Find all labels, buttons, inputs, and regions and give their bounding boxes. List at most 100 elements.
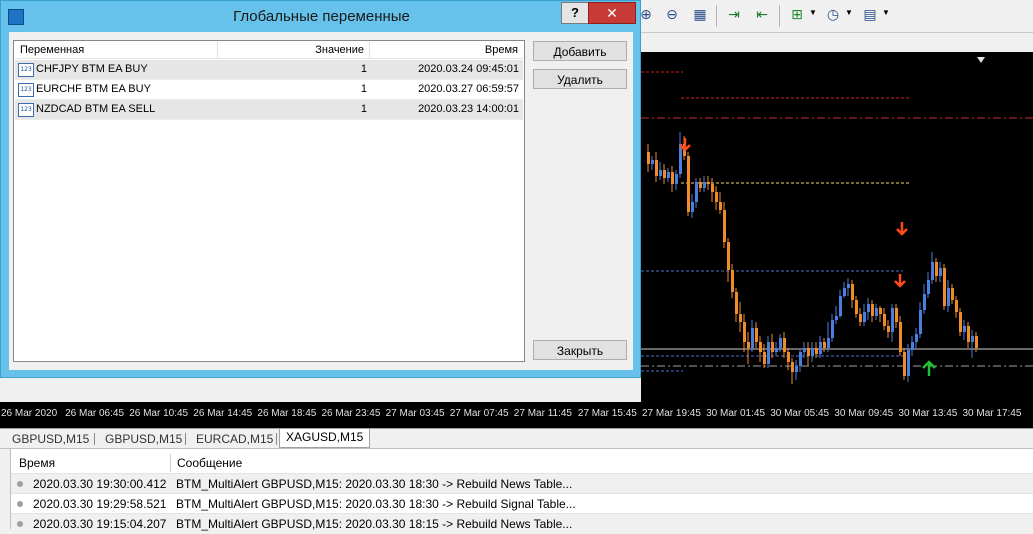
candle-body	[775, 348, 778, 352]
candle-body	[763, 352, 766, 364]
candle-body	[867, 304, 870, 312]
chevron-down-icon[interactable]: ▼	[845, 8, 853, 17]
candle-body	[923, 294, 926, 310]
tab-eurcad-m15[interactable]: EURCAD,M15	[190, 431, 279, 447]
candle-body	[687, 156, 690, 212]
candle-body	[927, 280, 930, 294]
variable-name: NZDCAD BTM EA SELL	[36, 103, 156, 115]
candle-body	[875, 308, 878, 316]
candle-body	[715, 192, 718, 202]
close-button[interactable]: Закрыть	[533, 340, 627, 360]
candle-body	[903, 352, 906, 376]
journal-message: BTM_MultiAlert GBPUSD,M15: 2020.03.30 18…	[176, 477, 573, 491]
time-axis-label: 30 Mar 01:45	[706, 408, 766, 419]
add-button[interactable]: Добавить	[533, 41, 627, 61]
time-axis-label: 26 Mar 23:45	[321, 408, 381, 419]
price-chart[interactable]	[641, 52, 1033, 402]
time-axis-label: 27 Mar 07:45	[449, 408, 509, 419]
candle-body	[863, 312, 866, 322]
time-axis-label: 26 Mar 10:45	[129, 408, 189, 419]
candle-body	[787, 352, 790, 362]
candle-body	[751, 328, 754, 348]
sell-arrow-icon	[894, 274, 906, 288]
candle-body	[895, 308, 898, 322]
tab-gbpusd-m15[interactable]: GBPUSD,M15	[6, 431, 95, 447]
templates-icon[interactable]: ▤	[860, 5, 880, 25]
close-icon[interactable]: ✕	[588, 2, 636, 24]
candle-body	[691, 202, 694, 212]
toolbar-separator	[716, 5, 717, 27]
variable-value: 1	[360, 63, 367, 75]
column-header-time[interactable]: Время	[370, 42, 523, 59]
candle-body	[811, 348, 814, 356]
indicators-icon[interactable]: ⊞	[787, 5, 807, 25]
tab-gbpusd-m15-2[interactable]: GBPUSD,M15	[99, 431, 188, 447]
buy-arrow-icon	[922, 360, 936, 376]
journal-row[interactable]: 2020.03.30 19:30:00.412 BTM_MultiAlert G…	[11, 473, 1033, 494]
candle-body	[819, 342, 822, 354]
candle-body	[699, 182, 702, 188]
candle-body	[807, 348, 810, 356]
time-axis-label: 30 Mar 05:45	[770, 408, 830, 419]
variable-name: EURCHF BTM EA BUY	[36, 83, 151, 95]
candle-body	[707, 182, 710, 184]
journal-row[interactable]: 2020.03.30 19:29:58.521 BTM_MultiAlert G…	[11, 493, 1033, 514]
variable-name: CHFJPY BTM EA BUY	[36, 63, 148, 75]
help-button[interactable]: ?	[561, 2, 589, 24]
candle-body	[851, 284, 854, 300]
journal-side-strip	[0, 449, 11, 529]
candle-body	[967, 326, 970, 342]
candle-body	[971, 336, 974, 342]
delete-button[interactable]: Удалить	[533, 69, 627, 89]
candle-body	[839, 296, 842, 316]
journal-column-time[interactable]: Время	[19, 454, 55, 472]
toolbar-separator	[779, 5, 780, 27]
time-axis-label: 30 Mar 17:45	[962, 408, 1022, 419]
candle-body	[663, 170, 666, 178]
variable-value: 1	[360, 103, 367, 115]
candle-body	[771, 342, 774, 352]
periods-icon[interactable]: ◷	[823, 5, 843, 25]
numeric-variable-icon: 123	[18, 103, 34, 117]
variables-list[interactable]: Переменная Значение Время 123 CHFJPY BTM…	[13, 40, 525, 362]
candle-body	[879, 308, 882, 314]
sell-arrow-icon	[896, 222, 908, 236]
column-header-variable[interactable]: Переменная	[15, 42, 218, 59]
candle-body	[695, 182, 698, 202]
tile-windows-icon[interactable]: ▦	[690, 5, 710, 25]
candle-body	[963, 326, 966, 332]
variable-row[interactable]: 123 CHFJPY BTM EA BUY 1 2020.03.24 09:45…	[15, 60, 523, 80]
column-header-value[interactable]: Значение	[218, 42, 370, 59]
candle-body	[947, 288, 950, 306]
column-divider	[170, 454, 171, 472]
time-axis: 26 Mar 2020 26 Mar 06:45 26 Mar 10:45 26 Ma…	[0, 402, 1033, 428]
journal-column-message[interactable]: Сообщение	[177, 454, 242, 472]
candle-body	[703, 182, 706, 188]
candle-body	[835, 316, 838, 320]
time-axis-label: 27 Mar 15:45	[577, 408, 637, 419]
variable-row[interactable]: 123 EURCHF BTM EA BUY 1 2020.03.27 06:59…	[15, 80, 523, 100]
time-axis-label: 27 Mar 11:45	[513, 408, 572, 419]
chevron-down-icon[interactable]: ▼	[809, 8, 817, 17]
candle-body	[951, 288, 954, 300]
chart-canvas	[641, 57, 1033, 384]
zoom-out-icon[interactable]: ⊖	[662, 5, 682, 25]
variable-row[interactable]: 123 NZDCAD BTM EA SELL 1 2020.03.23 14:0…	[15, 100, 523, 120]
candle-body	[799, 352, 802, 366]
variable-value: 1	[360, 83, 367, 95]
journal-message: BTM_MultiAlert GBPUSD,M15: 2020.03.30 18…	[176, 497, 576, 511]
time-axis-label: 27 Mar 03:45	[385, 408, 445, 419]
tab-separator	[276, 433, 277, 445]
candle-body	[823, 342, 826, 348]
candle-body	[843, 288, 846, 296]
tab-xagusd-m15[interactable]: XAGUSD,M15	[279, 429, 371, 448]
chart-shift-icon[interactable]: ⇤	[752, 5, 772, 25]
auto-scroll-icon[interactable]: ⇥	[724, 5, 744, 25]
candle-body	[767, 342, 770, 364]
time-axis-label: 26 Mar 18:45	[257, 408, 317, 419]
candle-body	[907, 350, 910, 376]
journal-row[interactable]: 2020.03.30 19:15:04.207 BTM_MultiAlert G…	[11, 513, 1033, 534]
tab-separator	[94, 433, 95, 445]
candle-body	[803, 348, 806, 352]
chevron-down-icon[interactable]: ▼	[882, 8, 890, 17]
